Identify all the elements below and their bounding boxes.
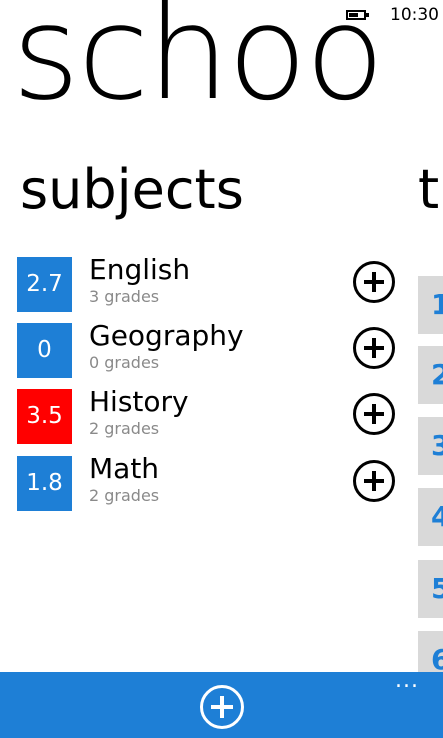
subject-name: History xyxy=(89,385,189,418)
subject-item-math[interactable]: 1.8 Math 2 grades xyxy=(17,452,407,511)
section-title-subjects: subjects xyxy=(20,158,244,221)
next-panel-tile-number: 5 xyxy=(431,572,443,605)
subject-name: Geography xyxy=(89,319,244,352)
add-grade-button[interactable] xyxy=(353,393,395,435)
subject-grade-count: 2 grades xyxy=(89,486,160,505)
next-panel-tile[interactable]: 1 xyxy=(418,276,443,334)
application-bar: ... xyxy=(0,670,443,738)
next-panel-tile-number: 2 xyxy=(431,358,443,391)
add-grade-button[interactable] xyxy=(353,327,395,369)
subject-name: English xyxy=(89,253,191,286)
subject-name: Math xyxy=(89,452,160,485)
grade-average-tile: 1.8 xyxy=(17,456,72,511)
next-panel-tile-number: 4 xyxy=(431,500,443,533)
grade-average-tile: 0 xyxy=(17,323,72,378)
grade-average-tile: 3.5 xyxy=(17,389,72,444)
subject-item-geography[interactable]: 0 Geography 0 grades xyxy=(17,319,407,378)
add-grade-button[interactable] xyxy=(353,460,395,502)
subject-grade-count: 0 grades xyxy=(89,353,160,372)
add-subject-button[interactable] xyxy=(200,685,244,729)
panorama-title: schoo xyxy=(12,0,385,129)
next-panel-tile-number: 3 xyxy=(431,429,443,462)
next-panel-tile[interactable]: 4 xyxy=(418,488,443,546)
subject-grade-count: 2 grades xyxy=(89,419,160,438)
subject-item-english[interactable]: 2.7 English 3 grades xyxy=(17,253,407,312)
subject-item-history[interactable]: 3.5 History 2 grades xyxy=(17,385,407,444)
next-section-peek[interactable]: t xyxy=(418,157,439,223)
add-grade-button[interactable] xyxy=(353,261,395,303)
next-panel-tile-number: 1 xyxy=(431,288,443,321)
more-options-button[interactable]: ... xyxy=(395,670,425,692)
next-panel-tile[interactable]: 5 xyxy=(418,560,443,618)
next-panel-tile[interactable]: 2 xyxy=(418,346,443,404)
subject-grade-count: 3 grades xyxy=(89,287,160,306)
status-time: 10:30 xyxy=(390,5,439,25)
next-panel-tile[interactable]: 3 xyxy=(418,417,443,475)
grade-average-tile: 2.7 xyxy=(17,257,72,312)
